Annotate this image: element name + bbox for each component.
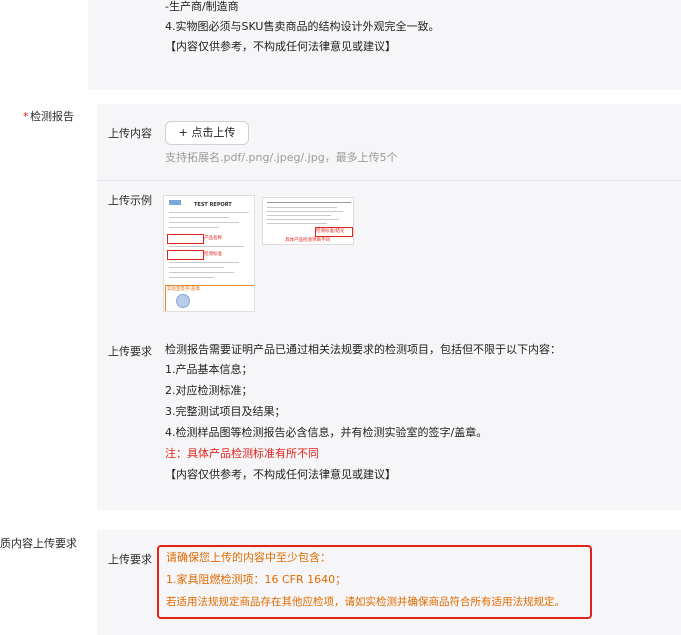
report-logo-icon	[169, 200, 181, 205]
top-line-1: -生产商/制造商	[165, 0, 239, 13]
report-line	[169, 212, 249, 213]
section-divider	[97, 180, 681, 181]
report-line	[267, 211, 343, 212]
caption-standard: 检测标准	[204, 252, 222, 257]
notice-line-2: 1.家具阻燃检测项：16 CFR 1640；	[166, 573, 347, 586]
stamp-icon	[176, 294, 190, 308]
report-line	[267, 223, 327, 224]
report-line	[169, 267, 224, 268]
requirement-item-1: 1.产品基本信息；	[165, 363, 253, 376]
report-line	[169, 227, 219, 228]
notice-line-3: 若适用法规规定商品存在其他应检项，请如实检测并确保商品符合所有适用法规规定。	[166, 596, 565, 608]
requirement-item-4: 4.检测样品图等检测报告必含信息，并有检测实验室的签字/盖章。	[165, 426, 488, 439]
report-line	[169, 272, 234, 273]
upload-content-label: 上传内容	[108, 127, 152, 140]
report-title-text: TEST REPORT	[194, 202, 232, 208]
caption-conclusion: 检测标准/结论	[316, 229, 345, 234]
caption-signature: 实验室签字/盖章	[167, 287, 201, 292]
requirement-disclaimer: 【内容仅供参考，不构成任何法律意见或建议】	[165, 468, 396, 481]
top-requirements-panel: -生产商/制造商 4.实物图必须与SKU售卖商品的结构设计外观完全一致。 【内容…	[88, 0, 681, 90]
requirement-item-2: 2.对应检测标准；	[165, 384, 253, 397]
caption-varies: 具体产品检测项目不同	[285, 238, 330, 243]
caption-product-name: 产品名称	[204, 236, 222, 241]
requirement-note: 注：具体产品检测标准有所不同	[165, 447, 319, 460]
top-line-2: 4.实物图必须与SKU售卖商品的结构设计外观完全一致。	[165, 20, 440, 33]
upload-hint: 支持拓展名.pdf/.png/.jpeg/.jpg，最多上传5个	[165, 151, 398, 164]
highlight-product-name	[167, 234, 204, 244]
qualification-label: 质内容上传要求	[0, 537, 77, 550]
upload-button[interactable]: + 点击上传	[165, 121, 249, 145]
report-line	[169, 222, 239, 223]
requirement-intro: 检测报告需要证明产品已通过相关法规要求的检测项目，包括但不限于以下内容：	[165, 343, 561, 356]
requirement-item-3: 3.完整测试项目及结果；	[165, 405, 286, 418]
qualification-notice-box: 请确保您上传的内容中至少包含： 1.家具阻燃检测项：16 CFR 1640； 若…	[157, 545, 592, 619]
report-line	[267, 207, 337, 208]
report-line	[169, 277, 214, 278]
upload-requirements-label: 上传要求	[108, 345, 152, 358]
example-standard-image[interactable]: 检测标准/结论 具体产品检测项目不同	[262, 197, 354, 245]
test-report-label: 检测报告	[30, 110, 74, 123]
upload-example-label: 上传示例	[108, 194, 152, 207]
report-line	[169, 246, 244, 247]
report-line	[169, 262, 239, 263]
top-disclaimer: 【内容仅供参考，不构成任何法律意见或建议】	[165, 40, 396, 53]
report-line	[267, 202, 351, 203]
required-mark: *	[23, 110, 29, 123]
qualification-requirements-label: 上传要求	[108, 553, 152, 566]
report-line	[267, 215, 331, 216]
example-report-image[interactable]: TEST REPORT 产品名称 检测标准 实验室签字/盖章	[163, 195, 255, 312]
highlight-standard	[167, 250, 204, 260]
report-line	[267, 219, 339, 220]
notice-line-1: 请确保您上传的内容中至少包含：	[166, 551, 331, 564]
report-line	[169, 217, 229, 218]
